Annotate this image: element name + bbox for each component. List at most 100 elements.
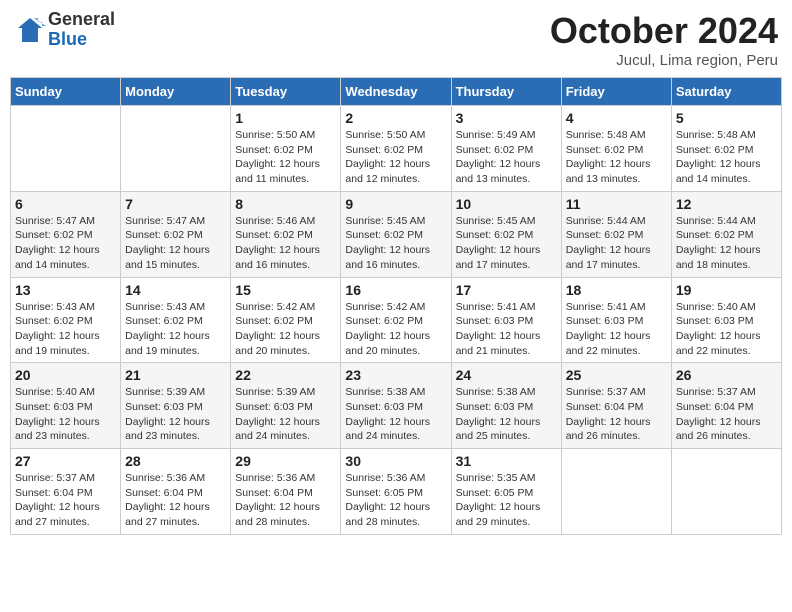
day-number: 6	[15, 196, 116, 212]
page-header: General Blue October 2024 Jucul, Lima re…	[10, 10, 782, 69]
day-info: Sunrise: 5:38 AM Sunset: 6:03 PM Dayligh…	[456, 385, 557, 444]
day-info: Sunrise: 5:37 AM Sunset: 6:04 PM Dayligh…	[15, 471, 116, 530]
day-info: Sunrise: 5:39 AM Sunset: 6:03 PM Dayligh…	[235, 385, 336, 444]
calendar-cell: 2Sunrise: 5:50 AM Sunset: 6:02 PM Daylig…	[341, 106, 451, 192]
day-info: Sunrise: 5:47 AM Sunset: 6:02 PM Dayligh…	[125, 214, 226, 273]
day-number: 15	[235, 282, 336, 298]
day-number: 24	[456, 367, 557, 383]
day-info: Sunrise: 5:37 AM Sunset: 6:04 PM Dayligh…	[566, 385, 667, 444]
day-number: 9	[345, 196, 446, 212]
day-info: Sunrise: 5:44 AM Sunset: 6:02 PM Dayligh…	[566, 214, 667, 273]
calendar-cell: 26 Sunrise: 5:37 AM Sunset: 6:04 PM Dayli…	[671, 363, 781, 449]
calendar-cell: 6Sunrise: 5:47 AM Sunset: 6:02 PM Daylig…	[11, 191, 121, 277]
calendar-cell: 10 Sunrise: 5:45 AM Sunset: 6:02 PM Dayli…	[451, 191, 561, 277]
day-number: 19	[676, 282, 777, 298]
weekday-header: Sunday	[11, 78, 121, 106]
calendar-cell: 8Sunrise: 5:46 AM Sunset: 6:02 PM Daylig…	[231, 191, 341, 277]
calendar-cell: 20Sunrise: 5:40 AM Sunset: 6:03 PM Dayli…	[11, 363, 121, 449]
day-info: Sunrise: 5:41 AM Sunset: 6:03 PM Dayligh…	[566, 300, 667, 359]
day-number: 4	[566, 110, 667, 126]
day-number: 10	[456, 196, 557, 212]
day-number: 11	[566, 196, 667, 212]
day-number: 21	[125, 367, 226, 383]
calendar-cell: 28 Sunrise: 5:36 AM Sunset: 6:04 PM Dayli…	[121, 449, 231, 535]
weekday-header: Tuesday	[231, 78, 341, 106]
day-info: Sunrise: 5:41 AM Sunset: 6:03 PM Dayligh…	[456, 300, 557, 359]
weekday-header: Friday	[561, 78, 671, 106]
day-number: 13	[15, 282, 116, 298]
day-number: 27	[15, 453, 116, 469]
day-info: Sunrise: 5:42 AM Sunset: 6:02 PM Dayligh…	[235, 300, 336, 359]
day-number: 5	[676, 110, 777, 126]
day-info: Sunrise: 5:40 AM Sunset: 6:03 PM Dayligh…	[676, 300, 777, 359]
month-title: October 2024	[550, 10, 778, 52]
day-number: 31	[456, 453, 557, 469]
calendar-cell: 9 Sunrise: 5:45 AM Sunset: 6:02 PM Daylig…	[341, 191, 451, 277]
calendar-cell: 5 Sunrise: 5:48 AM Sunset: 6:02 PM Daylig…	[671, 106, 781, 192]
calendar-cell: 21 Sunrise: 5:39 AM Sunset: 6:03 PM Dayli…	[121, 363, 231, 449]
day-number: 17	[456, 282, 557, 298]
logo-icon	[14, 14, 46, 46]
day-info: Sunrise: 5:48 AM Sunset: 6:02 PM Dayligh…	[676, 128, 777, 187]
day-info: Sunrise: 5:50 AM Sunset: 6:02 PM Dayligh…	[235, 128, 336, 187]
day-number: 23	[345, 367, 446, 383]
calendar-cell: 11 Sunrise: 5:44 AM Sunset: 6:02 PM Dayli…	[561, 191, 671, 277]
calendar-week-row: 27 Sunrise: 5:37 AM Sunset: 6:04 PM Dayli…	[11, 449, 782, 535]
calendar-cell: 13 Sunrise: 5:43 AM Sunset: 6:02 PM Dayli…	[11, 277, 121, 363]
calendar-header-row: SundayMondayTuesdayWednesdayThursdayFrid…	[11, 78, 782, 106]
day-number: 18	[566, 282, 667, 298]
logo-general: General	[48, 10, 115, 30]
day-number: 3	[456, 110, 557, 126]
day-number: 26	[676, 367, 777, 383]
calendar-cell: 14 Sunrise: 5:43 AM Sunset: 6:02 PM Dayli…	[121, 277, 231, 363]
day-info: Sunrise: 5:49 AM Sunset: 6:02 PM Dayligh…	[456, 128, 557, 187]
day-number: 20	[15, 367, 116, 383]
calendar-cell: 15 Sunrise: 5:42 AM Sunset: 6:02 PM Dayli…	[231, 277, 341, 363]
calendar-cell: 19 Sunrise: 5:40 AM Sunset: 6:03 PM Dayli…	[671, 277, 781, 363]
day-number: 29	[235, 453, 336, 469]
calendar-cell	[121, 106, 231, 192]
logo-blue: Blue	[48, 30, 115, 50]
day-info: Sunrise: 5:45 AM Sunset: 6:02 PM Dayligh…	[345, 214, 446, 273]
calendar-cell: 25Sunrise: 5:37 AM Sunset: 6:04 PM Dayli…	[561, 363, 671, 449]
location: Jucul, Lima region, Peru	[550, 52, 778, 69]
calendar-cell: 3 Sunrise: 5:49 AM Sunset: 6:02 PM Daylig…	[451, 106, 561, 192]
day-info: Sunrise: 5:36 AM Sunset: 6:04 PM Dayligh…	[125, 471, 226, 530]
day-info: Sunrise: 5:35 AM Sunset: 6:05 PM Dayligh…	[456, 471, 557, 530]
day-info: Sunrise: 5:38 AM Sunset: 6:03 PM Dayligh…	[345, 385, 446, 444]
calendar-cell	[11, 106, 121, 192]
weekday-header: Thursday	[451, 78, 561, 106]
day-info: Sunrise: 5:43 AM Sunset: 6:02 PM Dayligh…	[15, 300, 116, 359]
day-info: Sunrise: 5:48 AM Sunset: 6:02 PM Dayligh…	[566, 128, 667, 187]
title-area: October 2024 Jucul, Lima region, Peru	[550, 10, 778, 69]
day-info: Sunrise: 5:45 AM Sunset: 6:02 PM Dayligh…	[456, 214, 557, 273]
calendar-week-row: 6 Sunrise: 5:47 AM Sunset: 6:02 PM Daylig…	[11, 191, 782, 277]
calendar-week-row: 20Sunrise: 5:40 AM Sunset: 6:03 PM Dayli…	[11, 363, 782, 449]
calendar-cell: 16Sunrise: 5:42 AM Sunset: 6:02 PM Dayli…	[341, 277, 451, 363]
day-number: 7	[125, 196, 226, 212]
day-number: 14	[125, 282, 226, 298]
day-number: 12	[676, 196, 777, 212]
day-number: 22	[235, 367, 336, 383]
calendar-cell: 18 Sunrise: 5:41 AM Sunset: 6:03 PM Dayli…	[561, 277, 671, 363]
calendar-week-row: 13 Sunrise: 5:43 AM Sunset: 6:02 PM Dayli…	[11, 277, 782, 363]
day-info: Sunrise: 5:42 AM Sunset: 6:02 PM Dayligh…	[345, 300, 446, 359]
day-info: Sunrise: 5:43 AM Sunset: 6:02 PM Dayligh…	[125, 300, 226, 359]
calendar-cell	[671, 449, 781, 535]
weekday-header: Saturday	[671, 78, 781, 106]
calendar-cell	[561, 449, 671, 535]
day-info: Sunrise: 5:44 AM Sunset: 6:02 PM Dayligh…	[676, 214, 777, 273]
weekday-header: Wednesday	[341, 78, 451, 106]
weekday-header: Monday	[121, 78, 231, 106]
calendar-table: SundayMondayTuesdayWednesdayThursdayFrid…	[10, 77, 782, 535]
day-info: Sunrise: 5:39 AM Sunset: 6:03 PM Dayligh…	[125, 385, 226, 444]
day-info: Sunrise: 5:36 AM Sunset: 6:04 PM Dayligh…	[235, 471, 336, 530]
day-number: 28	[125, 453, 226, 469]
day-info: Sunrise: 5:37 AM Sunset: 6:04 PM Dayligh…	[676, 385, 777, 444]
calendar-cell: 17 Sunrise: 5:41 AM Sunset: 6:03 PM Dayli…	[451, 277, 561, 363]
day-info: Sunrise: 5:46 AM Sunset: 6:02 PM Dayligh…	[235, 214, 336, 273]
calendar-cell: 12 Sunrise: 5:44 AM Sunset: 6:02 PM Dayli…	[671, 191, 781, 277]
day-number: 30	[345, 453, 446, 469]
calendar-cell: 24 Sunrise: 5:38 AM Sunset: 6:03 PM Dayli…	[451, 363, 561, 449]
calendar-cell: 1Sunrise: 5:50 AM Sunset: 6:02 PM Daylig…	[231, 106, 341, 192]
